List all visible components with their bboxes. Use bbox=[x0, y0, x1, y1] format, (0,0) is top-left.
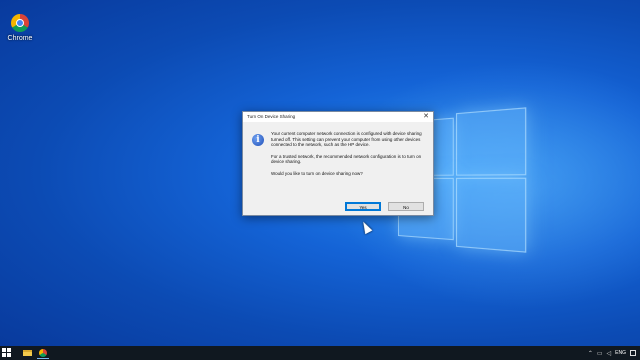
chrome-icon bbox=[39, 349, 47, 357]
taskbar-file-explorer[interactable] bbox=[20, 348, 34, 358]
language-indicator[interactable]: ENG bbox=[615, 350, 626, 356]
close-icon[interactable]: ✕ bbox=[423, 113, 429, 121]
network-icon[interactable]: ▭ bbox=[597, 350, 603, 357]
yes-button[interactable]: Yes bbox=[345, 202, 381, 211]
no-button[interactable]: No bbox=[388, 202, 424, 211]
info-icon: i bbox=[252, 134, 264, 146]
dialog-titlebar[interactable]: Turn On Device Sharing ✕ bbox=[243, 112, 433, 122]
start-button[interactable] bbox=[2, 348, 12, 358]
desktop-icon-chrome[interactable]: Chrome bbox=[4, 14, 36, 42]
taskbar-chrome[interactable] bbox=[36, 348, 50, 359]
file-explorer-icon bbox=[23, 350, 32, 356]
volume-icon[interactable]: ◁ bbox=[607, 350, 612, 357]
message-paragraph: For a trusted network, the recommended n… bbox=[271, 153, 422, 165]
dialog-title: Turn On Device Sharing bbox=[247, 114, 296, 119]
taskbar: ⌃ ▭ ◁ ENG bbox=[0, 346, 640, 360]
device-sharing-dialog: Turn On Device Sharing ✕ i Your current … bbox=[242, 111, 434, 216]
dialog-message: Your current computer network connection… bbox=[271, 131, 426, 183]
notification-icon[interactable] bbox=[630, 350, 636, 356]
desktop: Chrome Turn On Device Sharing ✕ i Your c… bbox=[0, 0, 640, 346]
message-paragraph: Would you like to turn on device sharing… bbox=[271, 170, 363, 176]
system-tray: ⌃ ▭ ◁ ENG bbox=[588, 346, 636, 360]
chrome-icon bbox=[11, 14, 29, 32]
desktop-icon-label: Chrome bbox=[7, 35, 33, 42]
chevron-up-icon[interactable]: ⌃ bbox=[588, 350, 593, 357]
message-paragraph: Your current computer network connection… bbox=[271, 131, 422, 148]
